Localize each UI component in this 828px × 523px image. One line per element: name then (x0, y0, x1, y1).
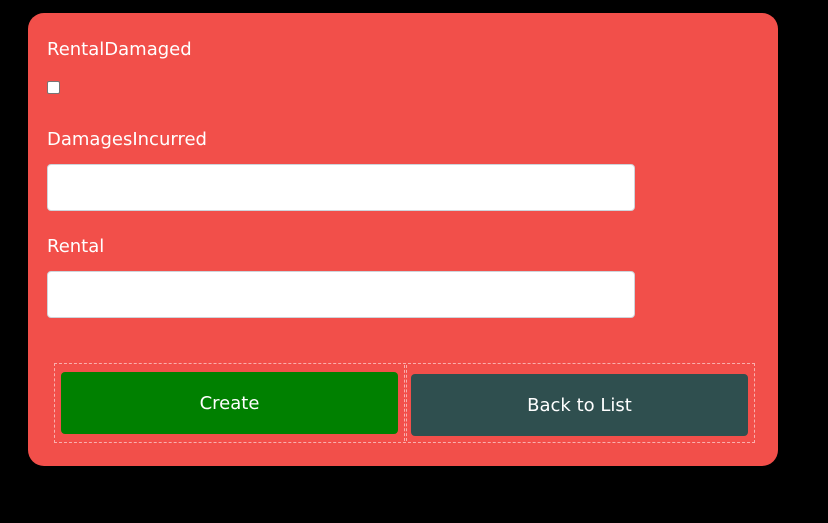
create-button-cell: Create (56, 365, 405, 441)
create-form-card: RentalDamaged DamagesIncurred Rental Cre… (28, 13, 778, 466)
form-actions-row: Create Back to List (54, 363, 755, 443)
back-to-list-button[interactable]: Back to List (411, 374, 748, 436)
rental-damaged-checkbox[interactable] (47, 81, 60, 94)
create-button[interactable]: Create (61, 372, 398, 434)
rental-label: Rental (47, 236, 105, 257)
rental-damaged-label: RentalDamaged (47, 39, 192, 60)
rental-input[interactable] (47, 271, 635, 318)
back-to-list-cell: Back to List (406, 365, 754, 441)
damages-incurred-input[interactable] (47, 164, 635, 211)
damages-incurred-label: DamagesIncurred (47, 129, 207, 150)
